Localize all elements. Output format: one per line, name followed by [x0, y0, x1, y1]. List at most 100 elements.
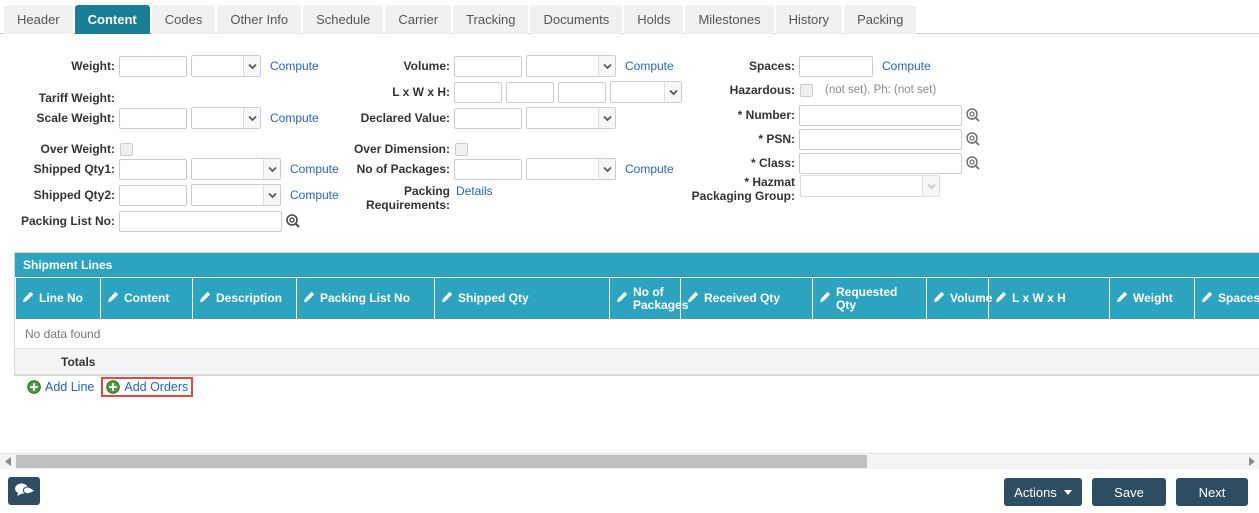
- column-header-label: Requested Qty: [836, 284, 898, 312]
- volume-input[interactable]: [454, 55, 522, 77]
- hazmat-packaging-group-label-line2: Packaging Group:: [691, 189, 795, 203]
- plus-circle-icon: [27, 380, 41, 394]
- tab-codes[interactable]: Codes: [151, 5, 216, 34]
- spaces-input[interactable]: [799, 55, 873, 77]
- column-header-weight[interactable]: Weight: [1109, 278, 1194, 319]
- lookup-icon[interactable]: [285, 213, 301, 229]
- save-button[interactable]: Save: [1092, 478, 1166, 506]
- column-header-content[interactable]: Content: [100, 278, 192, 319]
- weight-compute-link[interactable]: Compute: [270, 59, 319, 73]
- tab-holds[interactable]: Holds: [624, 5, 684, 34]
- column-header-packing-list-no[interactable]: Packing List No: [296, 278, 434, 319]
- lwh-width-input[interactable]: [506, 81, 554, 103]
- column-header-description[interactable]: Description: [192, 278, 296, 319]
- field-row-hazardous: Hazardous: (not set), Ph: (not set): [690, 78, 937, 102]
- tab-tracking[interactable]: Tracking: [453, 5, 529, 34]
- chevron-down-icon: [598, 159, 615, 179]
- lookup-icon[interactable]: [965, 107, 981, 123]
- field-row-hazmat-packaging-group: * Hazmat Packaging Group:: [690, 175, 940, 209]
- packing-list-no-input[interactable]: [119, 210, 282, 232]
- shipped-qty1-input[interactable]: [119, 158, 187, 180]
- no-of-packages-uom-select[interactable]: [526, 158, 616, 180]
- hazmat-class-input[interactable]: [799, 152, 962, 174]
- over-dimension-checkbox[interactable]: [455, 142, 468, 156]
- shipped-qty2-input[interactable]: [119, 184, 187, 206]
- column-header-no-of-packages[interactable]: No of Packages: [609, 278, 688, 319]
- field-row-scale-weight: Scale Weight: Compute: [0, 106, 319, 130]
- volume-compute-link[interactable]: Compute: [625, 59, 674, 73]
- lwh-length-input[interactable]: [454, 81, 502, 103]
- add-orders-button[interactable]: Add Orders: [101, 377, 194, 397]
- chat-button[interactable]: [8, 477, 40, 505]
- tab-documents[interactable]: Documents: [530, 5, 623, 34]
- chevron-down-icon: [598, 108, 615, 128]
- tab-other-info[interactable]: Other Info: [217, 5, 302, 34]
- column-header-spaces[interactable]: Spaces: [1194, 278, 1259, 319]
- actions-button[interactable]: Actions: [1004, 478, 1082, 506]
- hazmat-number-input[interactable]: [799, 104, 962, 126]
- chevron-down-icon: [243, 108, 260, 128]
- column-header-shipped-qty[interactable]: Shipped Qty: [434, 278, 609, 319]
- over-weight-checkbox[interactable]: [120, 142, 133, 156]
- lwh-height-input[interactable]: [558, 81, 606, 103]
- tab-carrier[interactable]: Carrier: [385, 5, 452, 34]
- lookup-icon[interactable]: [965, 155, 981, 171]
- column-header-label: Spaces: [1218, 291, 1259, 305]
- tab-content[interactable]: Content: [74, 5, 150, 34]
- no-of-packages-input[interactable]: [454, 158, 522, 180]
- footer-bar: Actions Save Next: [0, 469, 1259, 513]
- column-header-l-x-w-x-h[interactable]: L x W x H: [988, 278, 1109, 319]
- tab-bar: Header Content Codes Other Info Schedule Carr…: [0, 0, 1259, 34]
- tab-history[interactable]: History: [775, 5, 843, 34]
- no-of-packages-label: No of Packages:: [356, 162, 450, 176]
- lookup-icon[interactable]: [965, 131, 981, 147]
- scroll-left-arrow-icon[interactable]: [0, 454, 16, 470]
- hazmat-number-label: * Number:: [737, 108, 795, 122]
- hazmat-psn-label: * PSN:: [758, 132, 795, 146]
- tariff-weight-label: Tariff Weight:: [38, 91, 115, 105]
- hazardous-checkbox[interactable]: [800, 83, 813, 97]
- declared-value-currency-select[interactable]: [526, 107, 616, 129]
- shipped-qty2-compute-link[interactable]: Compute: [290, 188, 339, 202]
- declared-value-input[interactable]: [454, 107, 522, 129]
- pencil-icon: [616, 291, 628, 306]
- column-header-volume[interactable]: Volume: [926, 278, 992, 319]
- field-row-hazmat-number: * Number:: [690, 103, 981, 127]
- spaces-label: Spaces:: [748, 59, 795, 73]
- column-header-line-no[interactable]: Line No: [15, 278, 100, 319]
- add-line-button[interactable]: Add Line: [24, 378, 97, 396]
- scale-weight-compute-link[interactable]: Compute: [270, 111, 319, 125]
- scale-weight-uom-select[interactable]: [191, 107, 261, 129]
- column-header-received-qty[interactable]: Received Qty: [680, 278, 812, 319]
- horizontal-scrollbar[interactable]: [0, 453, 1259, 470]
- packing-requirements-details-link[interactable]: Details: [456, 184, 493, 198]
- shipped-qty1-uom-select[interactable]: [191, 158, 281, 180]
- scroll-right-arrow-icon[interactable]: [1243, 454, 1259, 470]
- shipped-qty2-uom-select[interactable]: [191, 184, 281, 206]
- next-button[interactable]: Next: [1176, 478, 1248, 506]
- declared-value-label: Declared Value:: [360, 111, 450, 125]
- pencil-icon: [199, 291, 211, 306]
- weight-input[interactable]: [119, 55, 187, 77]
- field-row-hazmat-class: * Class:: [690, 151, 981, 175]
- spaces-compute-link[interactable]: Compute: [882, 59, 931, 73]
- tab-header[interactable]: Header: [4, 5, 73, 34]
- weight-uom-select[interactable]: [191, 55, 261, 77]
- no-of-packages-compute-link[interactable]: Compute: [625, 162, 674, 176]
- shipped-qty1-compute-link[interactable]: Compute: [290, 162, 339, 176]
- tab-packing[interactable]: Packing: [844, 5, 917, 34]
- content-form: Weight: Compute Tariff Weight: Scale Wei…: [0, 34, 1259, 248]
- volume-uom-select[interactable]: [526, 55, 616, 77]
- scrollbar-thumb[interactable]: [16, 454, 867, 468]
- scrollbar-track[interactable]: [16, 453, 1243, 470]
- hazmat-packaging-group-select[interactable]: [800, 175, 940, 197]
- tab-milestones[interactable]: Milestones: [685, 5, 774, 34]
- lwh-uom-select[interactable]: [610, 81, 682, 103]
- actions-button-label: Actions: [1014, 484, 1057, 500]
- chevron-down-icon: [922, 176, 939, 196]
- scale-weight-input[interactable]: [119, 107, 187, 129]
- hazmat-psn-input[interactable]: [799, 128, 962, 150]
- tab-schedule[interactable]: Schedule: [303, 5, 384, 34]
- pencil-icon: [933, 291, 945, 306]
- column-header-requested-qty[interactable]: Requested Qty: [812, 278, 926, 319]
